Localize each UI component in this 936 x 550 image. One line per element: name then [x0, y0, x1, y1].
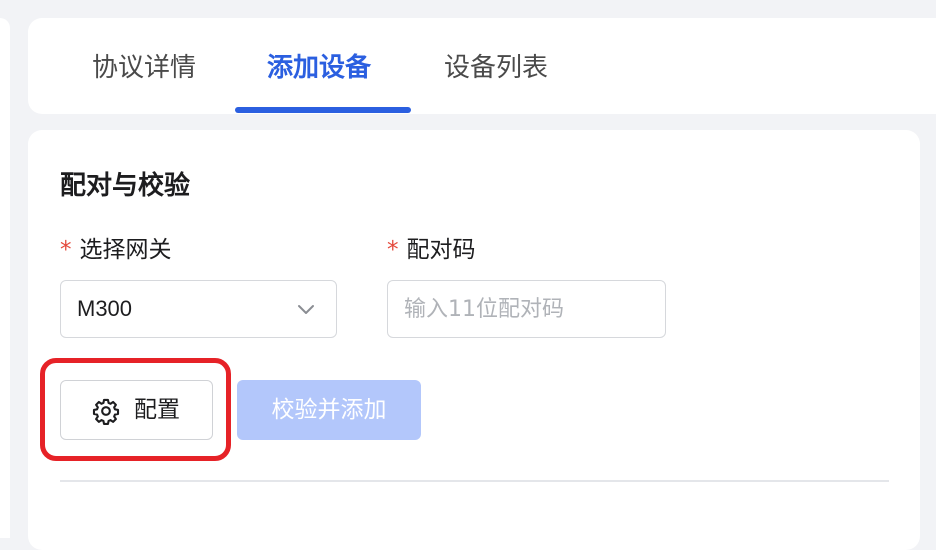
pair-code-input[interactable]: [387, 280, 666, 338]
active-tab-indicator: [235, 107, 411, 113]
required-mark: *: [60, 237, 72, 263]
verify-and-add-button[interactable]: 校验并添加: [237, 380, 421, 440]
gateway-select[interactable]: M300: [60, 280, 337, 338]
required-mark: *: [387, 237, 399, 263]
config-button-label: 配置: [134, 397, 180, 423]
gateway-label-text: 选择网关: [79, 237, 172, 263]
config-button[interactable]: 配置: [60, 380, 213, 440]
pair-code-label-text: 配对码: [406, 237, 476, 263]
gateway-select-value: M300: [77, 296, 133, 321]
tab-device-list[interactable]: 设备列表: [444, 48, 548, 88]
tab-protocol-details[interactable]: 协议详情: [92, 48, 196, 88]
section-title: 配对与校验: [60, 171, 191, 201]
pair-code-label: * 配对码: [387, 234, 476, 266]
gear-icon: [92, 398, 120, 425]
left-panel-edge: [0, 18, 10, 538]
divider: [60, 480, 889, 482]
gateway-label: * 选择网关: [60, 234, 172, 266]
tab-add-device[interactable]: 添加设备: [267, 48, 371, 88]
chevron-down-icon: [298, 305, 314, 314]
